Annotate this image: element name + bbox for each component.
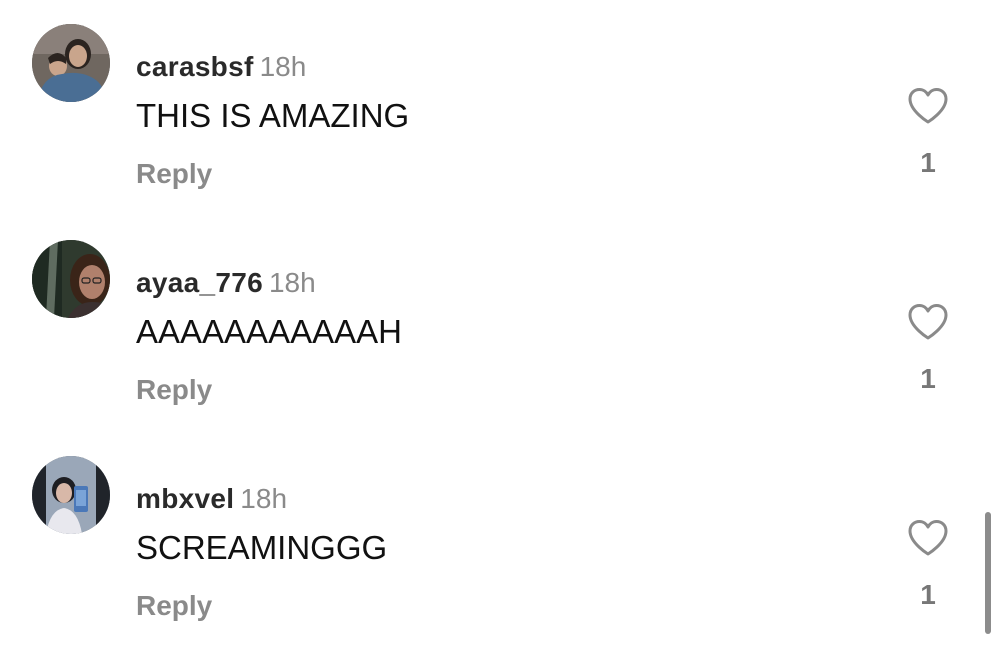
comment-text: AAAAAAAAAAAH — [136, 313, 402, 350]
comment-meta: carasbsf 18h — [136, 50, 306, 84]
like-button[interactable] — [906, 518, 950, 558]
heart-outline-icon — [908, 520, 948, 556]
avatar-photo — [32, 240, 110, 318]
avatar[interactable] — [32, 24, 110, 102]
avatar[interactable] — [32, 240, 110, 318]
comment-item: carasbsf 18h THIS IS AMAZING Reply 1 — [0, 0, 1000, 200]
comment-text: SCREAMINGGG — [136, 529, 388, 566]
username[interactable]: mbxvel — [136, 483, 234, 514]
avatar-photo — [32, 456, 110, 534]
like-button[interactable] — [906, 86, 950, 126]
like-count: 1 — [920, 147, 936, 178]
comment-item: mbxvel 18h SCREAMINGGG Reply 1 — [0, 432, 1000, 632]
heart-outline-icon — [908, 304, 948, 340]
timestamp: 18h — [240, 483, 288, 514]
timestamp: 18h — [259, 51, 307, 82]
comment-meta: mbxvel 18h — [136, 482, 287, 516]
comment-meta: ayaa_776 18h — [136, 266, 316, 300]
comment-text: THIS IS AMAZING — [136, 97, 410, 134]
reply-button[interactable]: Reply — [136, 373, 212, 407]
scrollbar[interactable] — [985, 512, 991, 634]
like-count: 1 — [920, 363, 936, 394]
username[interactable]: carasbsf — [136, 51, 254, 82]
reply-button[interactable]: Reply — [136, 589, 212, 623]
reply-button[interactable]: Reply — [136, 157, 212, 191]
timestamp: 18h — [268, 267, 316, 298]
comment-item: ayaa_776 18h AAAAAAAAAAAH Reply 1 — [0, 216, 1000, 416]
avatar-photo — [32, 24, 110, 102]
like-count: 1 — [920, 579, 936, 610]
heart-outline-icon — [908, 88, 948, 124]
username[interactable]: ayaa_776 — [136, 267, 263, 298]
like-button[interactable] — [906, 302, 950, 342]
avatar[interactable] — [32, 456, 110, 534]
